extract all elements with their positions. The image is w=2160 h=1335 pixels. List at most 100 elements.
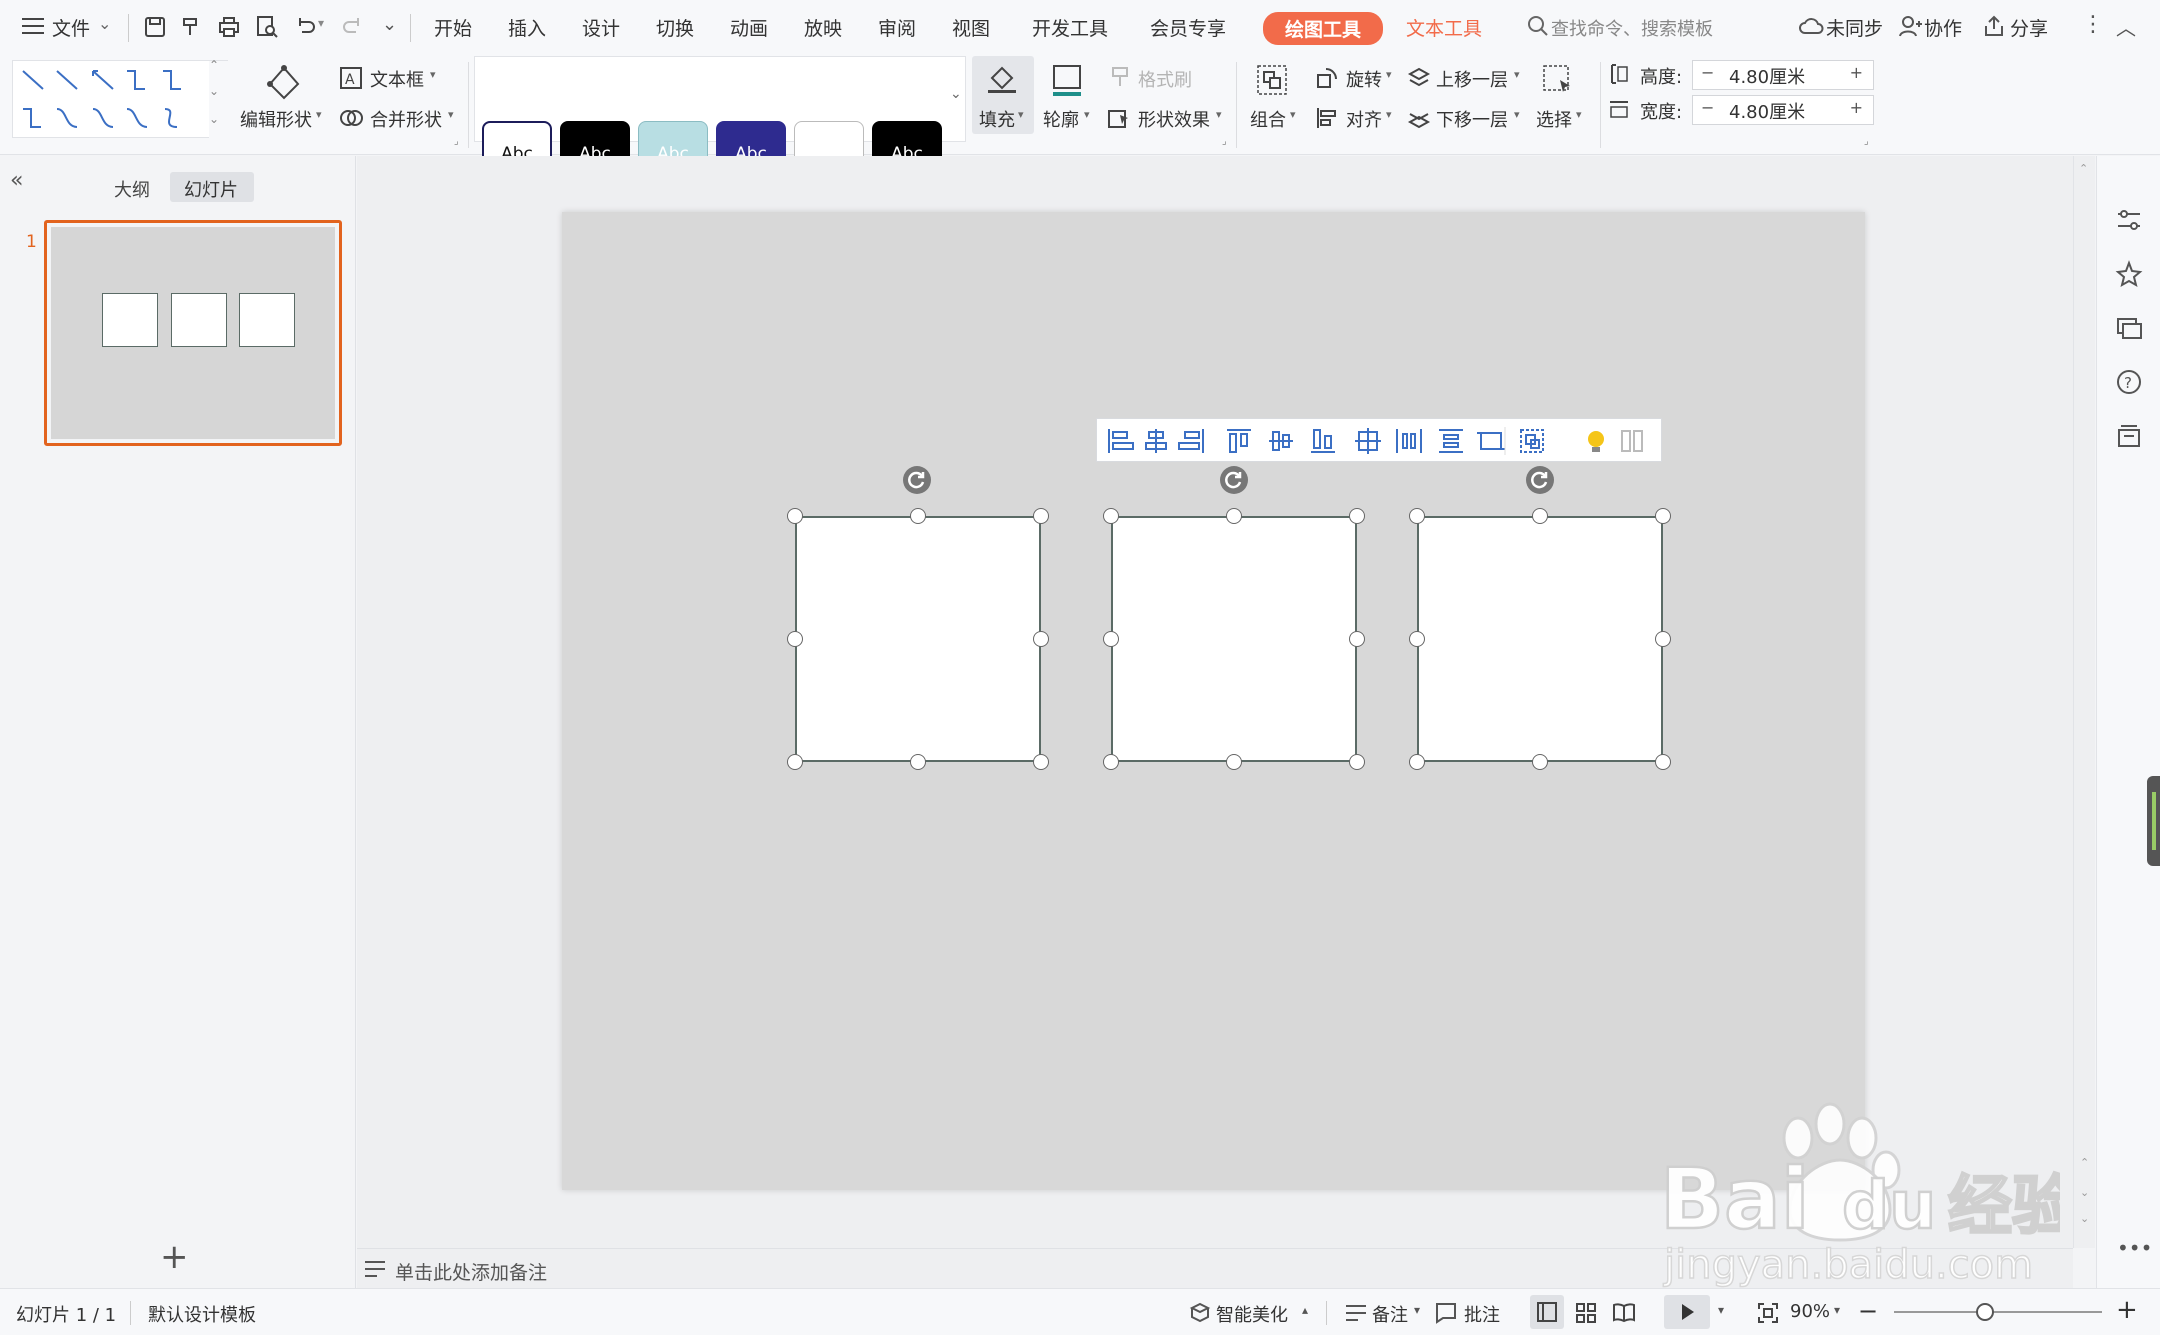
- save-icon[interactable]: [142, 14, 168, 40]
- resize-handle[interactable]: [1409, 508, 1425, 524]
- tab-review[interactable]: 审阅: [878, 14, 916, 41]
- more-icon[interactable]: ⋮: [2082, 12, 2104, 37]
- search-input[interactable]: 查找命令、搜索模板: [1551, 15, 1713, 41]
- square-shape[interactable]: [795, 516, 1041, 762]
- tab-view[interactable]: 视图: [952, 14, 990, 41]
- align-middle-icon[interactable]: [1265, 425, 1299, 457]
- bring-forward-icon[interactable]: [1406, 65, 1432, 96]
- format-painter-icon[interactable]: [178, 14, 204, 40]
- resize-handle[interactable]: [787, 631, 803, 647]
- help-icon[interactable]: ?: [2115, 368, 2143, 401]
- tab-text-tools[interactable]: 文本工具: [1406, 14, 1482, 41]
- print-preview-icon[interactable]: [254, 14, 280, 40]
- zoom-slider-thumb[interactable]: [1976, 1303, 1994, 1321]
- chevron-down-icon[interactable]: ▾: [318, 16, 324, 30]
- chevron-down-icon[interactable]: ▾: [1386, 68, 1392, 81]
- height-stepper[interactable]: − 4.80厘米 +: [1692, 60, 1874, 90]
- resize-handle[interactable]: [1103, 508, 1119, 524]
- tab-slides[interactable]: 幻灯片: [184, 176, 238, 202]
- distribute-horizontal-icon[interactable]: [1392, 425, 1426, 457]
- center-both-icon[interactable]: [1351, 425, 1385, 457]
- merge-shape-button[interactable]: 合并形状: [370, 106, 442, 132]
- resize-handle[interactable]: [1033, 508, 1049, 524]
- comments-button[interactable]: 批注: [1464, 1301, 1500, 1327]
- align-right-icon[interactable]: [1179, 425, 1213, 457]
- align-icon[interactable]: [1314, 105, 1340, 136]
- resize-handle[interactable]: [1349, 631, 1365, 647]
- slide-canvas[interactable]: [562, 212, 1865, 1190]
- normal-view-icon[interactable]: [1530, 1295, 1564, 1329]
- width-value[interactable]: 4.80厘米: [1729, 98, 1805, 124]
- lines-gallery[interactable]: [12, 60, 229, 139]
- resize-handle[interactable]: [910, 508, 926, 524]
- more-icon[interactable]: •••: [2117, 1236, 2152, 1260]
- dialog-launcher-icon[interactable]: ⌟: [1222, 136, 1227, 147]
- square-shape[interactable]: [1417, 516, 1663, 762]
- notes-placeholder[interactable]: 单击此处添加备注: [395, 1258, 547, 1285]
- chevron-down-icon[interactable]: ▾: [1216, 108, 1222, 121]
- width-stepper[interactable]: − 4.80厘米 +: [1692, 95, 1874, 125]
- send-backward-icon[interactable]: [1406, 105, 1432, 136]
- chevron-up-icon[interactable]: ▴: [1302, 1303, 1308, 1317]
- resize-handle[interactable]: [1409, 631, 1425, 647]
- shape-effects-icon[interactable]: [1106, 105, 1132, 136]
- play-slideshow-button[interactable]: [1664, 1295, 1710, 1329]
- zoom-out-icon[interactable]: −: [1858, 1297, 1878, 1325]
- resize-handle[interactable]: [1226, 754, 1242, 770]
- fit-window-icon[interactable]: [1756, 1301, 1780, 1330]
- cloud-sync-icon[interactable]: [1798, 14, 1824, 43]
- backup-icon[interactable]: [2115, 422, 2143, 455]
- menu-icon[interactable]: [22, 18, 44, 36]
- print-icon[interactable]: [216, 14, 242, 40]
- resize-handle[interactable]: [1532, 754, 1548, 770]
- chevron-down-icon[interactable]: ▾: [1834, 1303, 1840, 1317]
- align-bottom-icon[interactable]: [1307, 425, 1341, 457]
- previous-slide-icon[interactable]: ⌃: [2080, 1156, 2089, 1169]
- chevron-down-icon[interactable]: ▾: [1718, 1303, 1724, 1317]
- group-icon[interactable]: [1515, 425, 1549, 457]
- chevron-down-icon[interactable]: ▾: [1414, 1303, 1420, 1317]
- tab-drawing-tools[interactable]: 绘图工具: [1263, 12, 1384, 45]
- customize-toolbar-icon[interactable]: ⌄: [382, 14, 397, 35]
- distribute-vertical-icon[interactable]: [1434, 425, 1468, 457]
- outline-button[interactable]: 轮廓: [1043, 106, 1079, 132]
- smart-tip-bulb-icon[interactable]: [1579, 425, 1613, 457]
- redo-icon[interactable]: [340, 14, 366, 40]
- chevron-down-icon[interactable]: ▾: [1290, 108, 1296, 121]
- smart-beautify-button[interactable]: 智能美化: [1216, 1301, 1288, 1327]
- scroll-down-icon[interactable]: ⌄: [2080, 1212, 2089, 1225]
- dialog-launcher-icon[interactable]: ⌟: [454, 136, 459, 147]
- tab-outline[interactable]: 大纲: [114, 176, 150, 202]
- resize-handle[interactable]: [1655, 631, 1671, 647]
- collaborate-button[interactable]: 协作: [1924, 14, 1962, 41]
- select-button[interactable]: 选择: [1536, 106, 1572, 132]
- resize-handle[interactable]: [1103, 631, 1119, 647]
- chevron-down-icon[interactable]: ▾: [1514, 68, 1520, 81]
- rotate-handle-icon[interactable]: [1220, 466, 1248, 494]
- tab-home[interactable]: 开始: [434, 14, 472, 41]
- resize-handle[interactable]: [1103, 754, 1119, 770]
- rotate-icon[interactable]: [1314, 65, 1340, 96]
- undo-icon[interactable]: [292, 14, 318, 40]
- resize-handle[interactable]: [1655, 508, 1671, 524]
- next-slide-icon[interactable]: ⌄: [2080, 1186, 2089, 1199]
- edit-shape-button[interactable]: 编辑形状: [240, 106, 312, 132]
- animation-star-icon[interactable]: [2115, 260, 2143, 293]
- resize-handle[interactable]: [787, 508, 803, 524]
- chevron-down-icon[interactable]: ▾: [1018, 108, 1024, 121]
- resize-handle[interactable]: [1033, 754, 1049, 770]
- align-to-slide-icon[interactable]: [1474, 425, 1508, 457]
- fill-button[interactable]: 填充: [979, 106, 1015, 132]
- search-icon[interactable]: [1526, 14, 1550, 43]
- collapse-ribbon-icon[interactable]: ︿: [2116, 12, 2136, 41]
- tab-member[interactable]: 会员专享: [1150, 14, 1226, 41]
- fill-bucket-icon[interactable]: [984, 60, 1020, 101]
- chevron-down-icon[interactable]: ▾: [1386, 108, 1392, 121]
- chevron-down-icon[interactable]: ▾: [448, 108, 454, 121]
- chevron-down-icon[interactable]: ⌄: [98, 14, 111, 33]
- tab-transitions[interactable]: 切换: [656, 14, 694, 41]
- comment-icon[interactable]: [1434, 1301, 1458, 1330]
- select-icon[interactable]: [1540, 62, 1576, 103]
- merge-shape-icon[interactable]: [338, 105, 364, 136]
- bring-forward-button[interactable]: 上移一层: [1436, 66, 1508, 92]
